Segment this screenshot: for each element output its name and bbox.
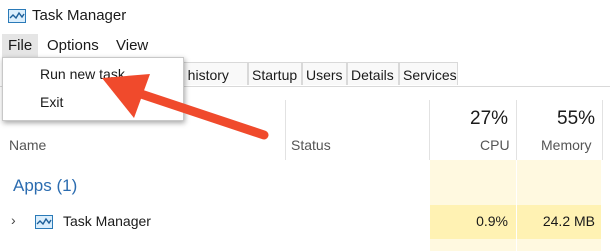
column-status-header[interactable]: Status (291, 137, 331, 153)
file-menu-dropdown: Run new task Exit (2, 57, 184, 121)
menu-item-exit[interactable]: Exit (40, 94, 63, 110)
process-cpu: 0.9% (476, 213, 508, 229)
column-divider (516, 100, 517, 160)
group-heading-apps[interactable]: Apps (1) (13, 176, 77, 196)
tab-users[interactable]: Users (302, 62, 347, 85)
column-divider (602, 100, 603, 160)
task-manager-icon (8, 9, 26, 23)
window-title: Task Manager (32, 7, 127, 24)
memory-percent: 55% (557, 108, 596, 129)
column-cpu-header[interactable]: CPU (480, 137, 510, 153)
title-bar: Task Manager (0, 0, 610, 34)
task-manager-icon (35, 215, 53, 229)
column-name-header[interactable]: Name (9, 137, 46, 153)
tab-services[interactable]: Services (399, 62, 458, 85)
menu-item-run-new-task[interactable]: Run new task (40, 66, 125, 82)
menu-options[interactable]: Options (41, 34, 105, 58)
cpu-percent: 27% (470, 108, 509, 129)
menu-file[interactable]: File (2, 34, 39, 58)
tab-details[interactable]: Details (347, 62, 399, 85)
process-memory: 24.2 MB (542, 213, 595, 229)
column-memory-header[interactable]: Memory (541, 137, 592, 153)
menu-view[interactable]: View (110, 34, 154, 58)
column-divider (285, 100, 286, 160)
tab-startup[interactable]: Startup (248, 62, 302, 85)
column-divider (429, 100, 430, 160)
chevron-right-icon[interactable]: › (11, 212, 16, 228)
process-name: Task Manager (63, 213, 151, 229)
